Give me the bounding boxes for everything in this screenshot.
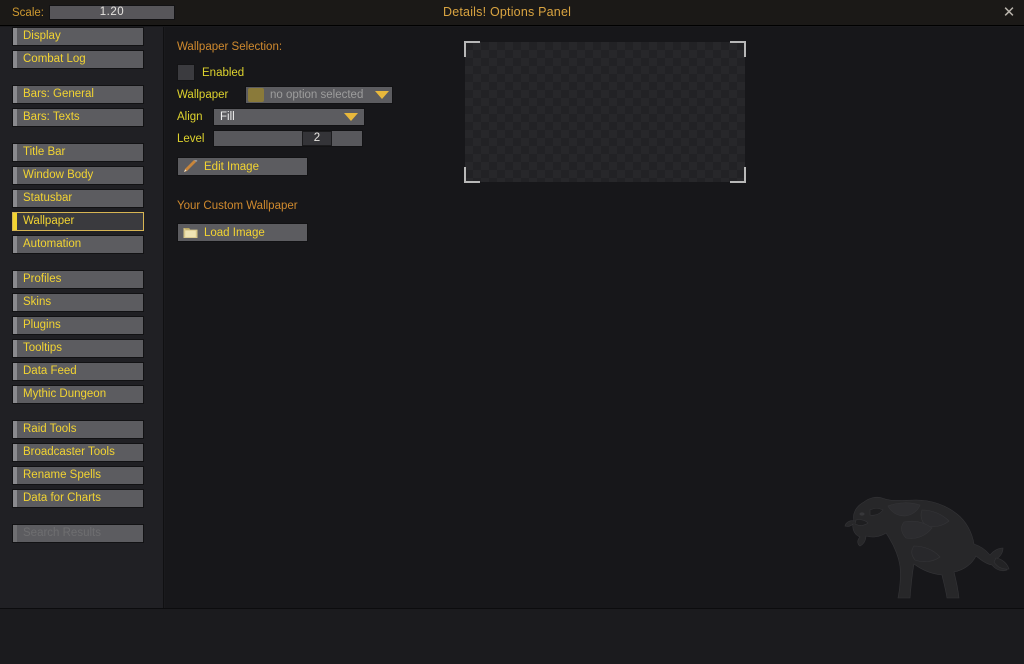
wallpaper-dropdown[interactable]: no option selected bbox=[245, 86, 393, 104]
preview-corner-bottom-left bbox=[464, 167, 480, 183]
scale-slider[interactable]: 1.20 bbox=[48, 5, 175, 20]
sidebar-item-bars-texts[interactable]: Bars: Texts bbox=[12, 108, 144, 127]
sidebar-item-label: Search Results bbox=[23, 527, 101, 539]
enabled-checkbox[interactable] bbox=[177, 64, 195, 81]
sidebar-item-label: Wallpaper bbox=[23, 215, 75, 227]
sidebar-item-label: Statusbar bbox=[23, 192, 73, 204]
sidebar-item-label: Data for Charts bbox=[23, 492, 101, 504]
sidebar-item-label: Rename Spells bbox=[23, 469, 101, 481]
load-image-label: Load Image bbox=[204, 226, 265, 239]
enabled-label: Enabled bbox=[202, 67, 245, 79]
sidebar-item-title-bar[interactable]: Title Bar bbox=[12, 143, 144, 162]
sidebar: Display Combat Log Bars: General Bars: Text… bbox=[0, 27, 164, 608]
custom-wallpaper-title: Your Custom Wallpaper bbox=[177, 200, 298, 212]
load-image-button[interactable]: Load Image bbox=[177, 223, 308, 242]
sidebar-item-automation[interactable]: Automation bbox=[12, 235, 144, 254]
align-dropdown-value: Fill bbox=[220, 111, 235, 123]
sidebar-item-label: Plugins bbox=[23, 319, 61, 331]
sidebar-item-label: Tooltips bbox=[23, 342, 62, 354]
scale-label: Scale: bbox=[12, 6, 44, 19]
sidebar-item-label: Automation bbox=[23, 238, 82, 250]
sidebar-item-label: Raid Tools bbox=[23, 423, 77, 435]
bottom-bar: Create Test Bars Version Notes Search: E… bbox=[0, 608, 1024, 664]
sidebar-item-search-results: Search Results bbox=[12, 524, 144, 543]
align-label: Align bbox=[177, 111, 203, 123]
sidebar-item-profiles[interactable]: Profiles bbox=[12, 270, 144, 289]
wallpaper-label: Wallpaper bbox=[177, 89, 229, 101]
sidebar-group: Search Results bbox=[0, 524, 163, 543]
edit-image-label: Edit Image bbox=[204, 160, 259, 173]
sidebar-item-display[interactable]: Display bbox=[12, 27, 144, 46]
sidebar-item-label: Profiles bbox=[23, 273, 62, 285]
sidebar-item-label: Bars: General bbox=[23, 88, 94, 100]
sidebar-item-raid-tools[interactable]: Raid Tools bbox=[12, 420, 144, 439]
lion-watermark-icon bbox=[844, 496, 1010, 599]
sidebar-item-statusbar[interactable]: Statusbar bbox=[12, 189, 144, 208]
sidebar-item-label: Display bbox=[23, 30, 61, 42]
sidebar-item-label: Combat Log bbox=[23, 53, 86, 65]
sidebar-item-tooltips[interactable]: Tooltips bbox=[12, 339, 144, 358]
sidebar-item-data-for-charts[interactable]: Data for Charts bbox=[12, 489, 144, 508]
close-icon[interactable]: ✕ bbox=[999, 3, 1019, 23]
sidebar-item-plugins[interactable]: Plugins bbox=[12, 316, 144, 335]
sidebar-item-label: Broadcaster Tools bbox=[23, 446, 115, 458]
preview-corner-top-right bbox=[730, 41, 746, 57]
sidebar-item-rename-spells[interactable]: Rename Spells bbox=[12, 466, 144, 485]
scale-value: 1.20 bbox=[99, 6, 125, 18]
edit-image-button[interactable]: Edit Image bbox=[177, 157, 308, 176]
chevron-down-icon bbox=[344, 113, 358, 121]
sidebar-item-mythic-dungeon[interactable]: Mythic Dungeon bbox=[12, 385, 144, 404]
sidebar-item-label: Bars: Texts bbox=[23, 111, 80, 123]
sidebar-group: Title Bar Window Body Statusbar Wallpaper Au… bbox=[0, 143, 163, 254]
scale-control: Scale: 1.20 bbox=[12, 4, 175, 21]
sidebar-item-skins[interactable]: Skins bbox=[12, 293, 144, 312]
sidebar-item-data-feed[interactable]: Data Feed bbox=[12, 362, 144, 381]
wallpaper-selection-title: Wallpaper Selection: bbox=[177, 41, 283, 53]
level-label: Level bbox=[177, 133, 205, 145]
sidebar-item-label: Skins bbox=[23, 296, 52, 308]
wallpaper-preview[interactable] bbox=[464, 41, 746, 183]
sidebar-item-label: Title Bar bbox=[23, 146, 66, 158]
sidebar-item-combat-log[interactable]: Combat Log bbox=[12, 50, 144, 69]
level-slider-thumb[interactable]: 2 bbox=[302, 131, 332, 146]
pencil-icon bbox=[184, 160, 198, 172]
sidebar-item-label: Window Body bbox=[23, 169, 94, 181]
level-slider[interactable]: 2 bbox=[213, 130, 363, 147]
sidebar-item-bars-general[interactable]: Bars: General bbox=[12, 85, 144, 104]
sidebar-group: Profiles Skins Plugins Tooltips Data Feed Myt… bbox=[0, 270, 163, 404]
align-dropdown[interactable]: Fill bbox=[213, 108, 365, 126]
preview-corner-top-left bbox=[464, 41, 480, 57]
chevron-down-icon bbox=[375, 91, 389, 99]
sidebar-group: Raid Tools Broadcaster Tools Rename Spells… bbox=[0, 420, 163, 508]
folder-icon bbox=[183, 228, 198, 238]
sidebar-item-window-body[interactable]: Window Body bbox=[12, 166, 144, 185]
sidebar-group: Bars: General Bars: Texts bbox=[0, 85, 163, 127]
options-panel-window: Details! Options Panel ✕ Scale: 1.20 Dis… bbox=[0, 0, 1024, 664]
wallpaper-dropdown-value: no option selected bbox=[270, 89, 364, 101]
sidebar-group: Display Combat Log bbox=[0, 27, 163, 69]
sidebar-item-label: Mythic Dungeon bbox=[23, 388, 107, 400]
sidebar-item-label: Data Feed bbox=[23, 365, 77, 377]
sidebar-item-wallpaper[interactable]: Wallpaper bbox=[12, 212, 144, 231]
content-panel: Wallpaper Selection: Enabled Wallpaper n… bbox=[165, 27, 1024, 608]
preview-corner-bottom-right bbox=[730, 167, 746, 183]
wallpaper-thumb-icon bbox=[248, 88, 264, 102]
sidebar-item-broadcaster-tools[interactable]: Broadcaster Tools bbox=[12, 443, 144, 462]
page-title: Details! Options Panel bbox=[443, 5, 572, 19]
